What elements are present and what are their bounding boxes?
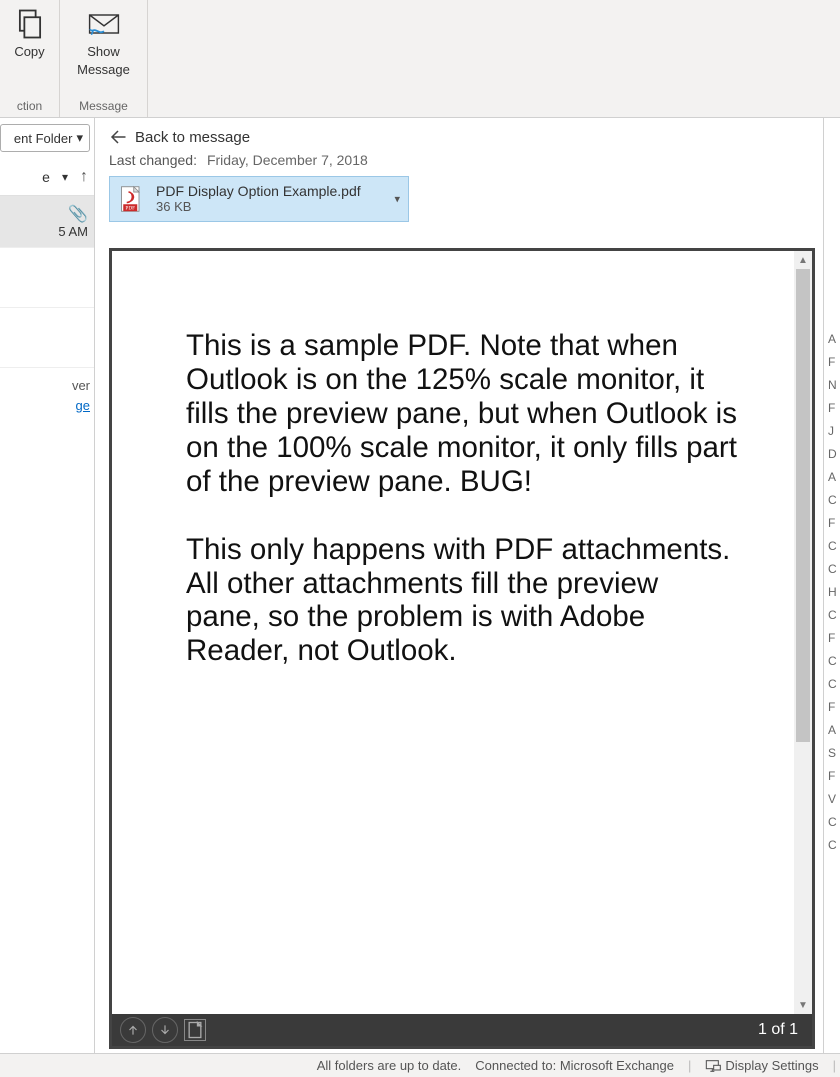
message-item[interactable] [0,308,94,368]
right-panel-letters: AFNFJDACFCCHCFCCFASFVCC [824,328,840,857]
copy-label: Copy [14,44,44,60]
ribbon-group-label-left: ction [6,99,53,115]
copy-icon [12,6,48,42]
pdf-page-fit-icon[interactable] [184,1019,206,1041]
last-changed-label: Last changed: [109,152,197,168]
pdf-content[interactable]: This is a sample PDF. Note that when Out… [112,251,794,1014]
pdf-paragraph: This is a sample PDF. Note that when Out… [186,329,740,499]
arrow-up-icon [126,1023,140,1037]
caret-down-icon[interactable]: ▾ [394,193,400,206]
show-message-button[interactable]: Show Message [71,4,136,78]
pdf-preview: This is a sample PDF. Note that when Out… [109,248,815,1049]
pdf-paragraph: This only happens with PDF attachments. … [186,533,740,669]
show-message-label-1: Show [87,44,120,60]
status-bar: All folders are up to date. Connected to… [0,1053,840,1077]
scroll-thumb[interactable] [796,269,810,742]
scroll-up-button[interactable]: ▲ [794,251,812,269]
message-time: 5 AM [0,224,88,239]
envelope-back-icon [86,6,122,42]
paperclip-icon: 📎 [68,206,88,223]
folder-dropdown-label: ent Folder [14,131,73,146]
current-folder-dropdown[interactable]: ent Folder ▾ [0,124,90,152]
pdf-next-button[interactable] [152,1017,178,1043]
status-connection: Connected to: Microsoft Exchange [475,1058,674,1073]
show-message-label-2: Message [77,62,130,78]
last-changed-value: Friday, December 7, 2018 [207,152,368,168]
back-to-message-label: Back to message [135,129,250,146]
show-message-link[interactable]: ge [76,398,90,413]
ribbon-group-message: Show Message Message [60,0,148,117]
attachment-filesize: 36 KB [156,199,361,215]
message-item-selected[interactable]: 📎 5 AM [0,196,94,248]
message-item[interactable] [0,248,94,308]
status-folders: All folders are up to date. [317,1058,462,1073]
pdf-page-indicator: 1 of 1 [758,1021,798,1039]
display-settings-button[interactable]: Display Settings [705,1058,818,1074]
ribbon: Copy ction Show Message Message [0,0,840,118]
pdf-file-icon: PDF [118,185,146,213]
back-to-message-link[interactable]: Back to message [109,128,809,146]
display-settings-label: Display Settings [725,1058,818,1073]
copy-button[interactable]: Copy [6,4,54,60]
sort-direction-arrow-icon[interactable]: ↑ [80,168,88,186]
ribbon-group-label-right: Message [66,99,141,115]
pdf-scrollbar[interactable]: ▲ ▼ [794,251,812,1014]
display-settings-icon [705,1058,721,1074]
ribbon-group-action: Copy ction [0,0,60,117]
attachment-chip[interactable]: PDF PDF Display Option Example.pdf 36 KB… [109,176,409,222]
scroll-down-button[interactable]: ▼ [794,996,812,1014]
last-changed-row: Last changed: Friday, December 7, 2018 [109,152,809,168]
right-panel: AFNFJDACFCCHCFCCFASFVCC [824,118,840,1053]
svg-text:PDF: PDF [125,206,135,212]
message-list: ent Folder ▾ e ▾ ↑ 📎 5 AM ver ge [0,118,95,1053]
pdf-toolbar: 1 of 1 [112,1014,812,1046]
pdf-prev-button[interactable] [120,1017,146,1043]
group-label: ver [0,368,94,395]
sort-row[interactable]: e ▾ ↑ [0,164,94,190]
arrow-left-icon [109,128,127,146]
sort-label: e [42,169,50,185]
preview-pane: Back to message Last changed: Friday, De… [95,118,824,1053]
caret-down-icon: ▾ [76,130,83,146]
arrow-down-icon [158,1023,172,1037]
attachment-filename: PDF Display Option Example.pdf [156,183,361,199]
caret-down-icon: ▾ [62,170,68,184]
